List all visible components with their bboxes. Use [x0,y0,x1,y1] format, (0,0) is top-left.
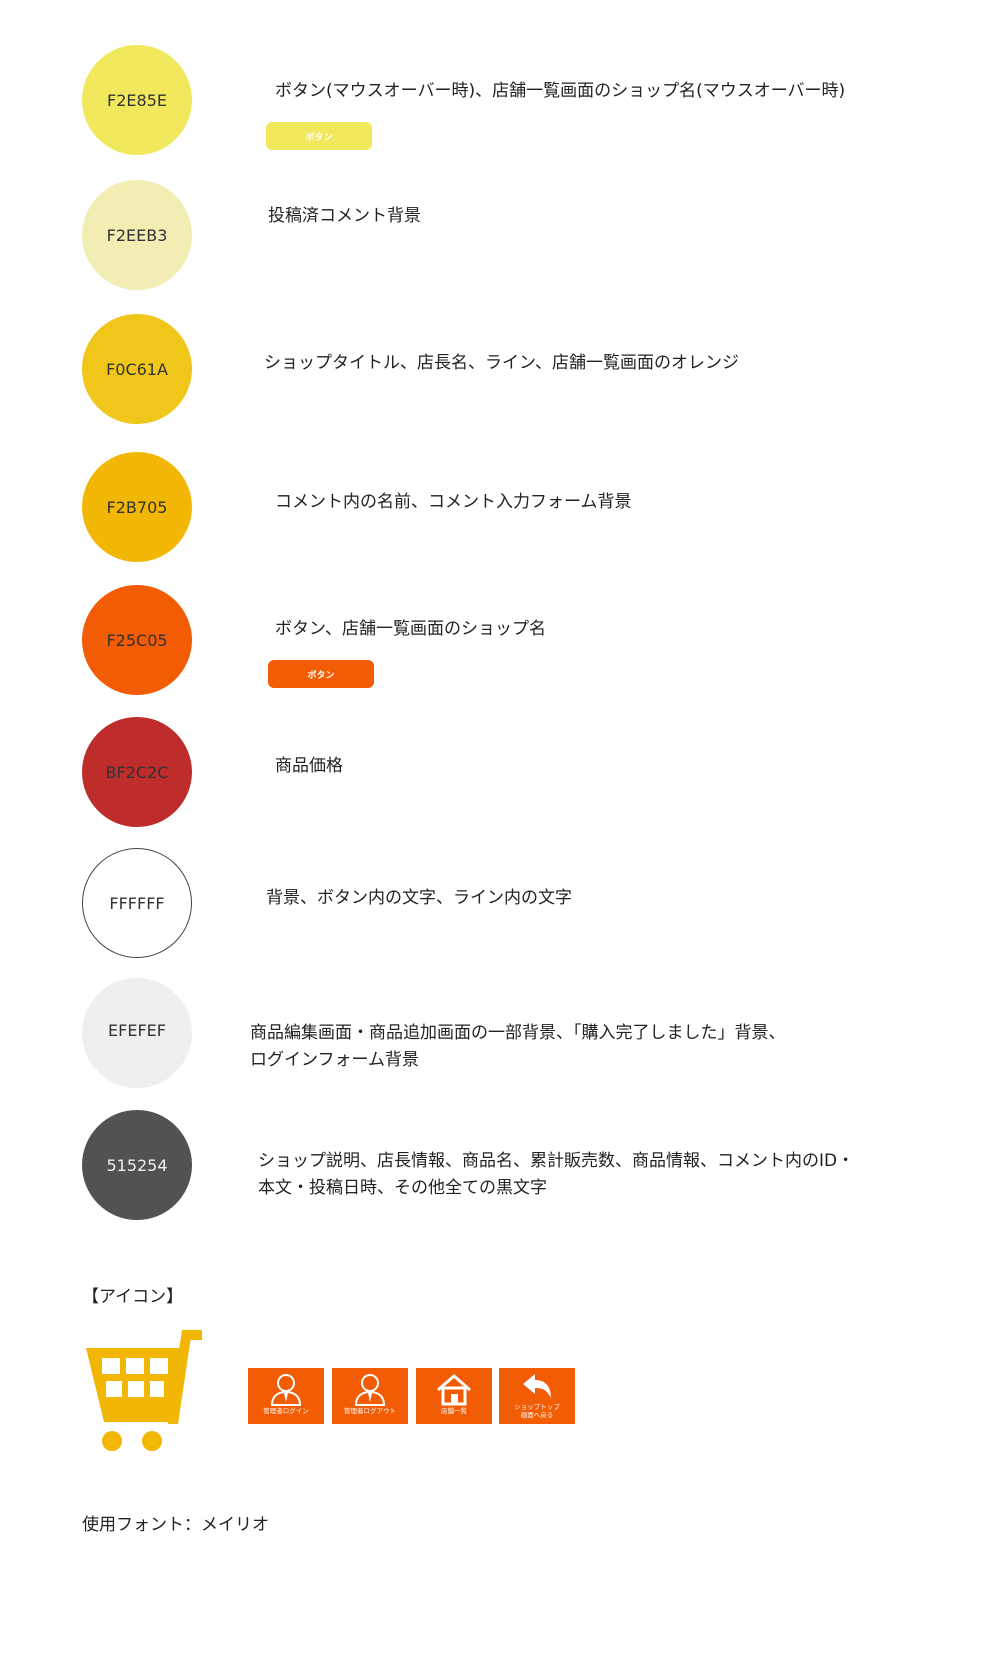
color-code: F2EEB3 [106,225,168,245]
color-description: 商品編集画面・商品追加画面の一部背景、「購入完了しました」背景、 ログインフォー… [250,1023,786,1070]
admin-logout-button[interactable]: 管理者ログアウト [332,1368,408,1424]
icon-button-label: 管理者ログイン [263,1407,309,1415]
color-swatch-efefef: EFEFEF [82,978,192,1088]
color-swatch-f25c05: F25C05 [82,585,192,695]
admin-user-icon [354,1374,386,1406]
icon-button-label: 店舗一覧 [441,1407,467,1415]
back-arrow-icon [523,1374,551,1398]
back-to-shop-top-button[interactable]: ショップトップ 画面へ戻る [499,1368,575,1424]
color-swatch-f2eeb3: F2EEB3 [82,180,192,290]
color-swatch-ffffff: FFFFFF [82,848,192,958]
color-code: EFEFEF [108,1020,166,1040]
shop-list-button[interactable]: 店舗一覧 [416,1368,492,1424]
color-description: 背景、ボタン内の文字、ライン内の文字 [266,888,572,908]
sample-button[interactable]: ボタン [268,660,374,688]
color-code: BF2C2C [105,762,169,782]
color-swatch-f2b705: F2B705 [82,452,192,562]
icon-button-label: 管理者ログアウト [344,1407,396,1415]
color-description: ショップ説明、店長情報、商品名、累計販売数、商品情報、コメント内のID・ 本文・… [258,1151,855,1198]
color-description: ボタン、店舗一覧画面のショップ名 [275,619,546,639]
color-description: コメント内の名前、コメント入力フォーム背景 [275,492,632,512]
color-code: FFFFFF [109,893,165,913]
color-code: 515254 [106,1155,168,1175]
sample-button-hover[interactable]: ボタン [266,122,372,150]
color-swatch-f2e85e: F2E85E [82,45,192,155]
color-description: ボタン(マウスオーバー時)、店舗一覧画面のショップ名(マウスオーバー時) [275,81,846,101]
color-swatch-f0c61a: F0C61A [82,314,192,424]
color-code: F25C05 [106,630,168,650]
color-description: ショップタイトル、店長名、ライン、店舗一覧画面のオレンジ [264,353,739,373]
color-description: 商品価格 [275,756,343,776]
icons-section-title: 【アイコン】 [82,1287,184,1307]
font-note: 使用フォント：メイリオ [82,1515,269,1535]
color-code: F0C61A [106,359,168,379]
admin-login-button[interactable]: 管理者ログイン [248,1368,324,1424]
icon-button-label: ショップトップ 画面へ戻る [514,1403,560,1419]
color-code: F2B705 [106,497,168,517]
color-swatch-515254: 515254 [82,1110,192,1220]
color-description: 投稿済コメント背景 [268,206,421,226]
home-icon [437,1374,471,1406]
shopping-cart-icon [82,1326,204,1456]
color-code: F2E85E [107,90,167,110]
admin-user-icon [270,1374,302,1406]
color-swatch-bf2c2c: BF2C2C [82,717,192,827]
